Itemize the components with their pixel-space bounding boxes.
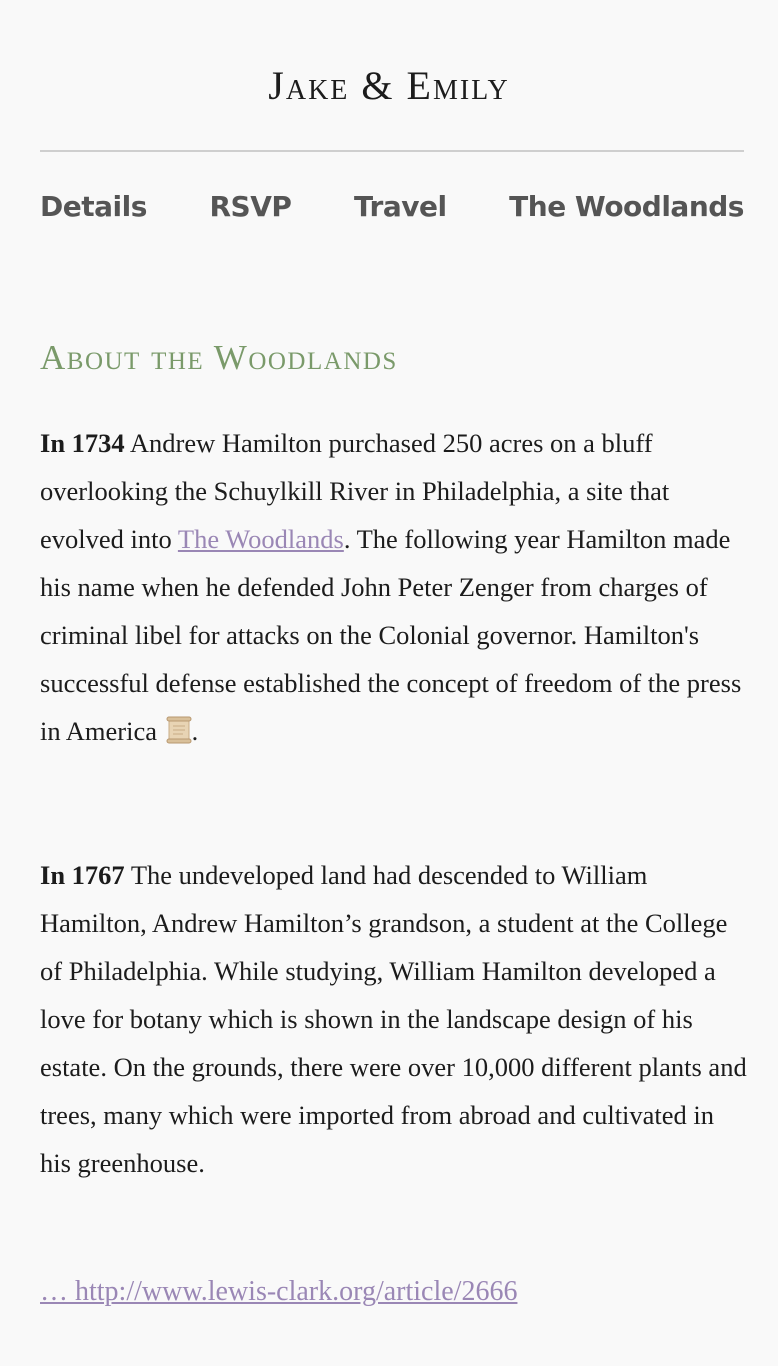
woodlands-link[interactable]: The Woodlands [178,524,344,554]
paragraph-text: The undeveloped land had descended to Wi… [40,860,747,1178]
paragraph-lead-year: In 1767 [40,860,125,890]
nav-item-travel[interactable]: Travel [354,190,447,223]
source-link[interactable]: … http://www.lewis-clark.org/article/266… [40,1270,517,1314]
site-title: Jake & Emily [268,63,510,108]
paragraph-lead-year: In 1734 [40,428,125,458]
header-divider [40,150,744,152]
paragraph-1734: In 1734 Andrew Hamilton purchased 250 ac… [40,419,750,755]
paragraph-text: . The following year Hamilton made his n… [40,524,742,746]
paragraph-1767: In 1767 The undeveloped land had descend… [40,851,750,1187]
section-heading: About the Woodlands [40,338,398,377]
scroll-icon [166,711,192,744]
main-nav: Details RSVP Travel The Woodlands [40,184,744,228]
nav-item-rsvp[interactable]: RSVP [209,190,291,223]
paragraph-text: . [191,716,199,746]
nav-item-the-woodlands[interactable]: The Woodlands [509,190,744,223]
nav-item-details[interactable]: Details [40,190,147,223]
